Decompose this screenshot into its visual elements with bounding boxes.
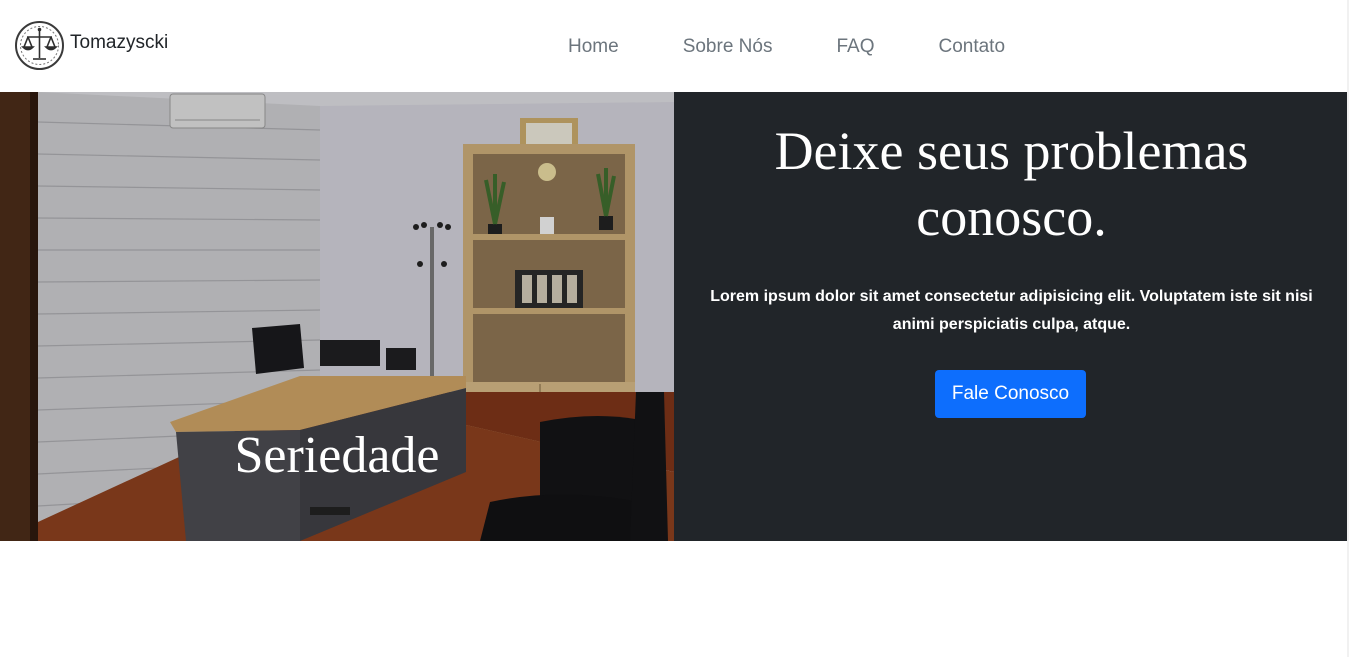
nav-item-sobre-nos[interactable]: Sobre Nós — [651, 36, 805, 58]
main-nav: Home Sobre Nós FAQ Contato — [536, 36, 1037, 58]
hero-section: Seriedade Deixe seus problemas conosco. … — [0, 92, 1349, 541]
navbar: Tomazyscki Home Sobre Nós FAQ Contato — [0, 0, 1349, 92]
nav-item-home[interactable]: Home — [536, 36, 651, 58]
scales-of-justice-icon — [15, 21, 64, 70]
nav-item-faq[interactable]: FAQ — [804, 36, 906, 58]
hero-description: Lorem ipsum dolor sit amet consectetur a… — [710, 288, 1313, 333]
nav-item-contato[interactable]: Contato — [906, 36, 1037, 58]
brand-link[interactable]: Tomazyscki — [14, 19, 168, 72]
hero-text-panel: Deixe seus problemas conosco. Lorem ipsu… — [674, 92, 1349, 541]
hero-image-caption: Seriedade — [234, 427, 440, 484]
fale-conosco-button[interactable]: Fale Conosco — [935, 370, 1086, 418]
hero-office-image: Seriedade — [0, 92, 674, 541]
brand-name: Tomazyscki — [70, 31, 169, 53]
hero-title: Deixe seus problemas conosco. — [774, 121, 1249, 247]
